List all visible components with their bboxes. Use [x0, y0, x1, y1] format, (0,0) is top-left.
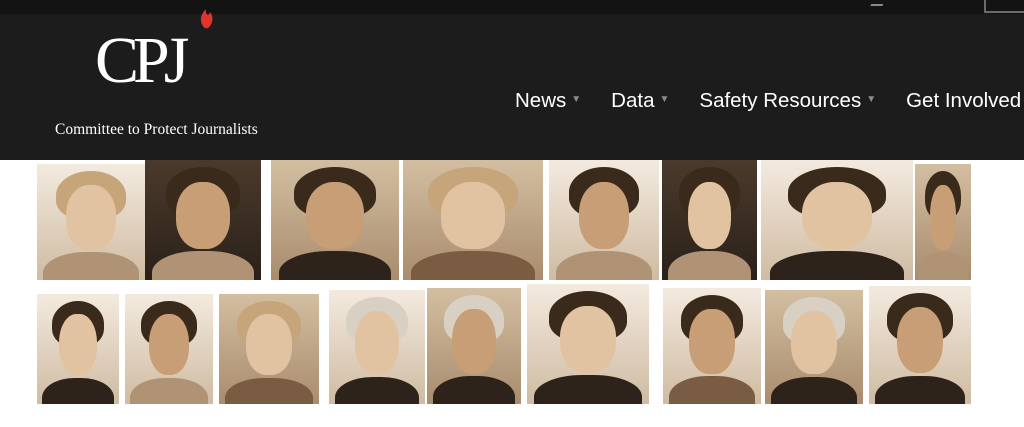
cpj-logo-mark: CPJ: [95, 9, 213, 97]
journalist-photo-collage: [37, 160, 971, 410]
nav-item-data[interactable]: Data ▼: [611, 89, 669, 113]
flame-icon: [200, 9, 213, 29]
journalist-photo: [662, 160, 757, 280]
nav-item-safety-resources[interactable]: Safety Resources ▼: [699, 89, 876, 113]
utility-box[interactable]: [984, 0, 1024, 13]
nav-item-label: Safety Resources: [699, 89, 862, 112]
caret-down-icon: ▼: [866, 93, 877, 105]
logo-tagline: Committee to Protect Journalists: [55, 121, 258, 138]
journalist-photo: [915, 164, 971, 280]
caret-down-icon: ▼: [571, 93, 582, 105]
site-header: CPJ Committee to Protect Journalists New…: [0, 0, 1024, 160]
search-icon[interactable]: [870, 0, 886, 6]
journalist-photo: [549, 160, 659, 280]
journalist-photo: [761, 160, 913, 280]
journalist-photo: [271, 160, 399, 280]
journalist-photo: [663, 288, 761, 404]
journalist-photo: [125, 294, 213, 404]
nav-item-label: Get Involved: [906, 89, 1022, 112]
journalist-photo: [765, 290, 863, 404]
journalist-photo: [37, 164, 145, 280]
nav-item-get-involved[interactable]: Get Involved ▼: [906, 89, 1024, 113]
journalist-photo: [869, 286, 971, 404]
journalist-photo: [427, 288, 521, 404]
journalist-photo: [145, 160, 261, 280]
nav-item-label: Data: [611, 89, 655, 112]
nav-item-label: News: [515, 89, 567, 112]
journalist-photo: [329, 290, 425, 404]
journalist-photo: [527, 284, 649, 404]
journalist-photo: [219, 294, 319, 404]
logo-wordmark: CPJ: [95, 24, 189, 97]
caret-down-icon: ▼: [659, 93, 670, 105]
cpj-logo[interactable]: CPJ Committee to Protect Journalists: [20, 0, 300, 150]
main-nav: News ▼ Data ▼ Safety Resources ▼ Get Inv…: [515, 85, 1024, 117]
journalist-photo: [37, 294, 119, 404]
journalist-photo: [403, 160, 543, 280]
nav-item-news[interactable]: News ▼: [515, 89, 581, 113]
